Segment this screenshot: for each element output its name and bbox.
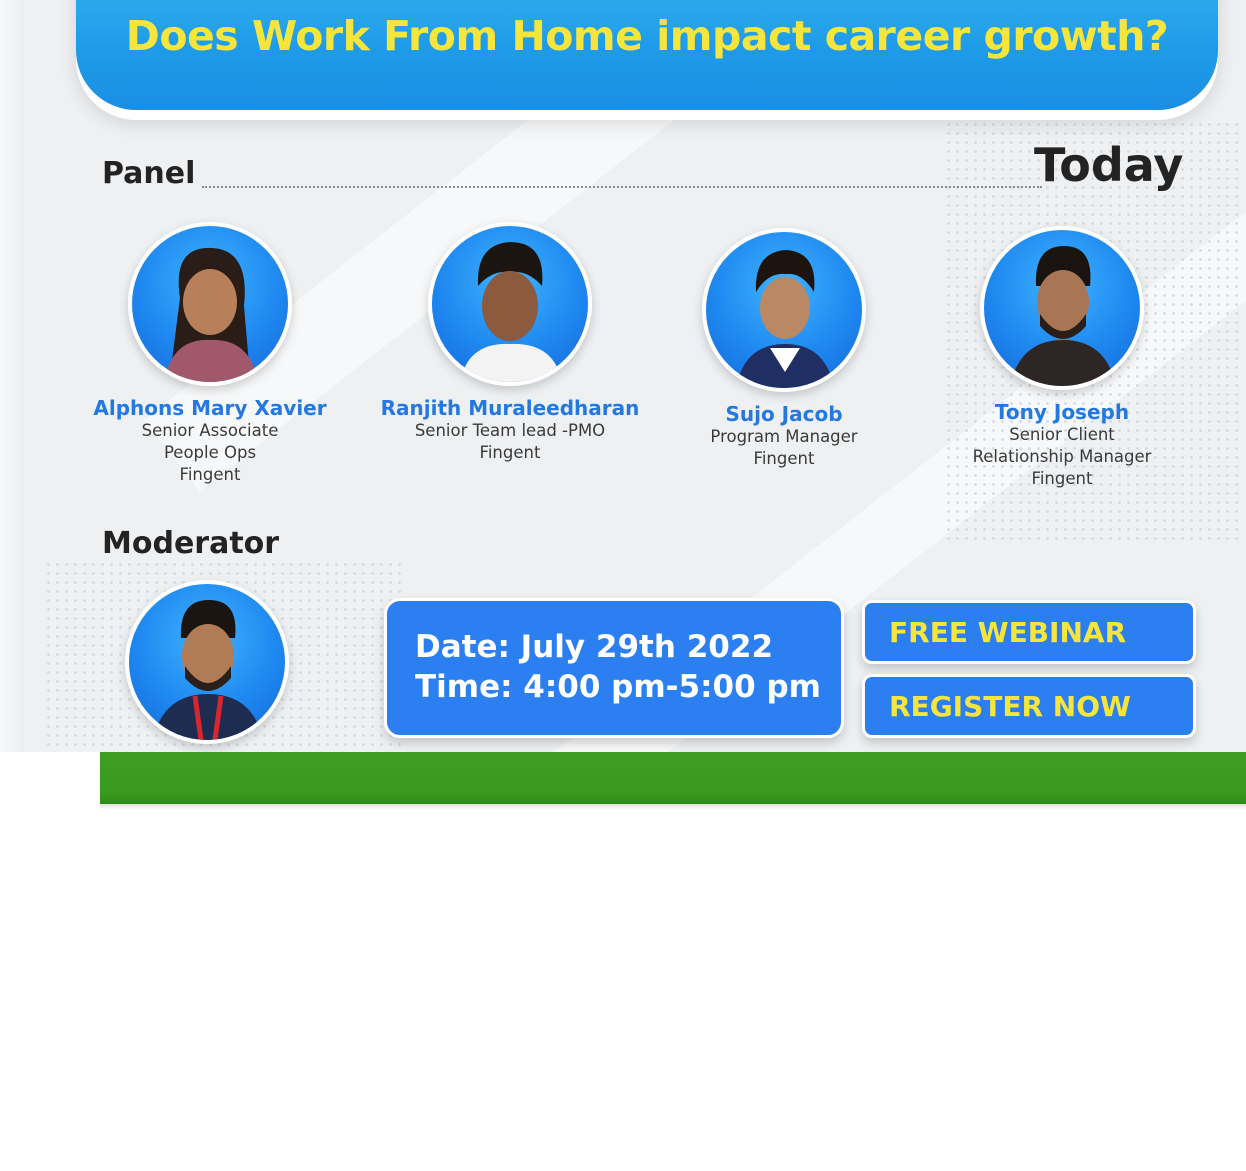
person-icon — [1010, 246, 1116, 386]
panel-dotted-rule — [202, 186, 1042, 188]
panelist-company: Fingent — [1031, 469, 1093, 488]
panelist-name: Tony Joseph — [994, 400, 1130, 424]
panelist-photo — [128, 222, 292, 386]
register-now-button[interactable]: REGISTER NOW — [862, 674, 1196, 738]
moderator-photo — [125, 580, 289, 744]
panelist-title: Senior Associate — [141, 421, 279, 440]
panelist-photo — [428, 222, 592, 386]
page-edge — [0, 0, 24, 752]
title-banner: Does Work From Home impact career growth… — [76, 0, 1218, 110]
panelist-name: Sujo Jacob — [725, 402, 843, 426]
event-time: Time: 4:00 pm-5:00 pm — [415, 669, 821, 705]
panelist-card: Sujo Jacob Program Manager Fingent — [644, 228, 924, 470]
panelist-company: Fingent — [753, 449, 815, 468]
panelist-card: Alphons Mary Xavier Senior Associate Peo… — [70, 222, 350, 486]
moderator-label: Moderator — [102, 526, 280, 561]
panelist-photo — [702, 228, 866, 392]
free-webinar-badge: FREE WEBINAR — [862, 600, 1196, 664]
person-icon — [736, 250, 834, 388]
headline: Does Work From Home impact career growth… — [125, 12, 1169, 60]
event-datetime-box: Date: July 29th 2022 Time: 4:00 pm-5:00 … — [384, 598, 844, 738]
panelist-photo — [980, 226, 1144, 390]
panelist-company: Fingent — [179, 465, 241, 484]
panelist-title: Senior Team lead -PMO — [414, 421, 606, 440]
panel-label: Panel — [102, 156, 196, 191]
panelist-card: Ranjith Muraleedharan Senior Team lead -… — [370, 222, 650, 464]
person-icon — [164, 247, 258, 382]
footer-green-bar — [100, 752, 1246, 810]
person-icon — [153, 600, 263, 740]
free-webinar-label: FREE WEBINAR — [889, 616, 1127, 649]
panelist-name: Alphons Mary Xavier — [93, 396, 327, 420]
poster-card: Does Work From Home impact career growth… — [24, 0, 1246, 752]
panelist-name: Ranjith Muraleedharan — [380, 396, 640, 420]
webinar-poster-view: Does Work From Home impact career growth… — [0, 0, 1246, 1171]
panelist-title: Senior Client — [1009, 425, 1115, 444]
register-now-label: REGISTER NOW — [889, 690, 1131, 723]
panelist-title: Program Manager — [710, 427, 858, 446]
today-label: Today — [1034, 138, 1184, 192]
panelist-title: Relationship Manager — [972, 447, 1152, 466]
panelist-card: Tony Joseph Senior Client Relationship M… — [922, 226, 1202, 490]
person-icon — [460, 242, 562, 382]
panelist-company: Fingent — [479, 443, 541, 462]
panelist-title: People Ops — [163, 443, 257, 462]
moderator-card — [67, 580, 347, 744]
event-date: Date: July 29th 2022 — [415, 629, 774, 665]
